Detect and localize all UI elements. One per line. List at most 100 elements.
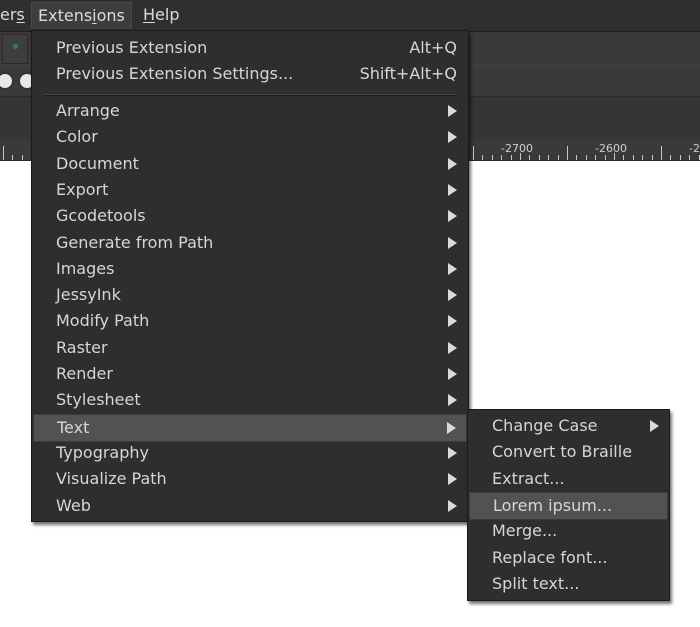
menu-layers[interactable]: ers <box>0 2 31 28</box>
menu-item-label: Gcodetools <box>56 206 146 226</box>
menu-item-typography[interactable]: Typography <box>33 440 467 466</box>
menu-item-visualize-path[interactable]: Visualize Path <box>33 466 467 492</box>
ruler-tick <box>12 155 14 160</box>
ruler-label: -2700 <box>501 142 533 155</box>
submenu-arrow-icon <box>448 289 457 302</box>
ruler-tick <box>557 155 559 160</box>
menu-item-label: Extract... <box>492 468 565 488</box>
submenu-arrow-icon <box>448 157 457 170</box>
ruler-tick <box>595 155 597 160</box>
submenu-item-replace-font[interactable]: Replace font... <box>469 545 668 571</box>
menu-item-images[interactable]: Images <box>33 256 467 282</box>
menu-item-label: Change Case <box>492 416 598 435</box>
menu-item-document[interactable]: Document <box>33 151 467 177</box>
menu-item-label: Lorem ipsum... <box>493 495 613 515</box>
submenu-arrow-icon <box>448 315 457 328</box>
menu-item-jessyink[interactable]: JessyInk <box>33 282 467 308</box>
menu-item-previous-extension[interactable]: Previous Extension Alt+Q <box>33 35 467 61</box>
menu-item-color[interactable]: Color <box>33 124 467 150</box>
submenu-arrow-icon <box>448 183 457 196</box>
green-dot-icon <box>13 44 18 49</box>
menu-item-label: Images <box>56 258 115 278</box>
submenu-arrow-icon <box>448 394 457 407</box>
menu-item-label: Arrange <box>56 101 120 120</box>
menu-item-label: Convert to Braille <box>492 442 633 462</box>
menu-item-label: Export <box>56 179 109 199</box>
text-submenu: Change Case Convert to Braille Extract... L… <box>467 409 670 601</box>
submenu-arrow-icon <box>448 368 457 380</box>
extensions-menu: Previous Extension Alt+Q Previous Extens… <box>31 30 469 522</box>
toolbar-button-partial[interactable] <box>2 34 28 64</box>
submenu-item-split-text[interactable]: Split text... <box>469 571 668 597</box>
menu-item-gcodetools[interactable]: Gcodetools <box>33 203 467 229</box>
submenu-arrow-icon <box>447 421 456 434</box>
ruler-tick <box>529 155 531 160</box>
menu-item-previous-extension-settings[interactable]: Previous Extension Settings... Shift+Alt… <box>33 61 467 87</box>
ruler-tick <box>698 155 700 160</box>
submenu-item-merge[interactable]: Merge... <box>469 518 668 544</box>
menubar: ers Extensions Help <box>0 0 700 32</box>
ruler-tick <box>567 146 568 160</box>
menu-item-generate-from-path[interactable]: Generate from Path <box>33 230 467 256</box>
ruler-label: -2600 <box>595 142 627 155</box>
submenu-arrow-icon <box>448 131 457 144</box>
submenu-arrow-icon <box>448 473 457 486</box>
menu-item-arrange[interactable]: Arrange <box>33 98 467 124</box>
menu-help[interactable]: Help <box>137 2 185 28</box>
ruler-tick <box>548 155 550 160</box>
menu-extensions-label: Extensions <box>38 6 125 25</box>
menu-item-label: Render <box>56 364 113 383</box>
ruler-tick <box>473 146 474 160</box>
menu-item-label: Visualize Path <box>56 469 167 489</box>
menu-help-label: Help <box>143 5 180 24</box>
ruler-tick <box>576 155 578 160</box>
menu-item-label: Raster <box>56 337 108 357</box>
menu-item-label: Typography <box>56 442 149 462</box>
menu-item-render[interactable]: Render <box>33 361 467 387</box>
menu-item-raster[interactable]: Raster <box>33 335 467 361</box>
menu-item-label: Modify Path <box>56 311 150 331</box>
ruler-tick <box>670 155 672 160</box>
ruler-tick <box>510 155 512 160</box>
submenu-arrow-icon <box>448 341 457 354</box>
shortcut-label: Shift+Alt+Q <box>359 64 457 83</box>
submenu-item-change-case[interactable]: Change Case <box>469 413 668 439</box>
menu-item-stylesheet[interactable]: Stylesheet <box>33 387 467 413</box>
submenu-arrow-icon <box>448 236 457 249</box>
ruler-tick <box>642 155 644 160</box>
menu-extensions[interactable]: Extensions <box>31 2 132 29</box>
menu-item-label: Document <box>56 153 139 173</box>
submenu-arrow-icon <box>448 446 457 459</box>
mnemonic-char: H <box>143 5 156 24</box>
ruler-tick <box>491 155 493 160</box>
ruler-label: -2 <box>689 142 700 155</box>
menu-item-label: Color <box>56 127 98 147</box>
menu-item-label: Generate from Path <box>56 232 214 252</box>
ruler-tick <box>632 155 634 160</box>
submenu-arrow-icon <box>448 499 457 512</box>
ruler-tick <box>538 155 540 160</box>
mnemonic-char: s <box>16 5 25 24</box>
menu-item-modify-path[interactable]: Modify Path <box>33 308 467 334</box>
mnemonic-char: i <box>92 6 97 25</box>
menu-item-web[interactable]: Web <box>33 493 467 519</box>
submenu-arrow-icon <box>448 262 457 275</box>
submenu-item-lorem-ipsum[interactable]: Lorem ipsum... <box>469 491 668 520</box>
menu-item-text[interactable]: Text <box>33 413 467 442</box>
zoom-icon[interactable] <box>0 72 14 90</box>
menu-item-label: Stylesheet <box>56 390 141 410</box>
menu-item-export[interactable]: Export <box>33 177 467 203</box>
ruler-tick <box>689 155 691 160</box>
ruler-tick <box>585 155 587 160</box>
submenu-item-convert-to-braille[interactable]: Convert to Braille <box>469 439 668 465</box>
submenu-item-extract[interactable]: Extract... <box>469 466 668 492</box>
ruler-tick <box>482 155 484 160</box>
ruler-tick <box>501 155 503 160</box>
menu-item-label: Previous Extension Settings... <box>56 64 294 83</box>
menu-item-label: Merge... <box>492 521 558 541</box>
ruler-tick <box>651 155 653 160</box>
ruler-tick <box>21 155 23 160</box>
ruler-tick <box>604 155 606 160</box>
submenu-arrow-icon <box>650 420 659 432</box>
menu-item-label: Previous Extension <box>56 38 208 57</box>
